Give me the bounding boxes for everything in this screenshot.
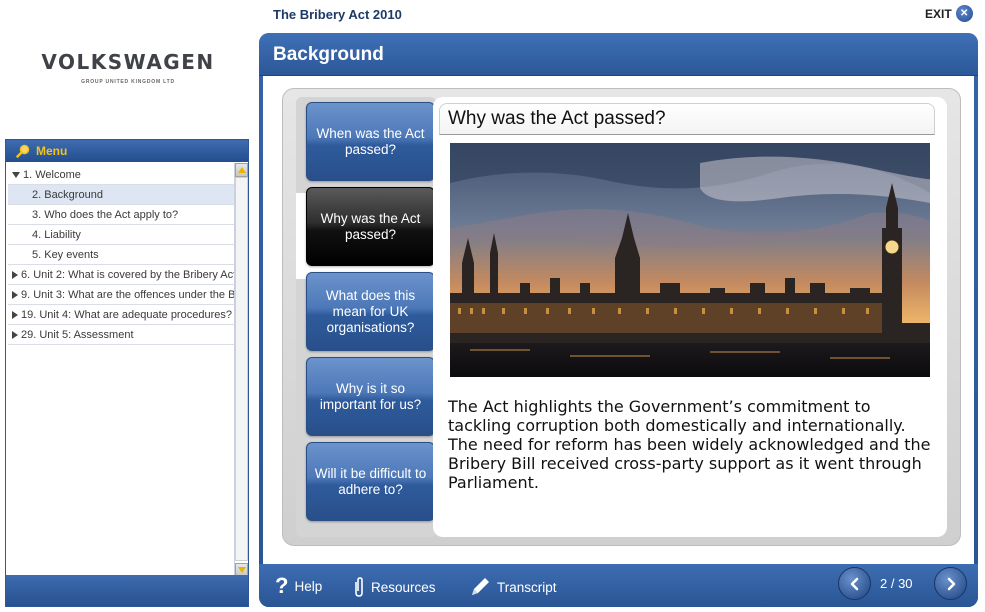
menu-item-background[interactable]: 2. Background [8,185,234,205]
pencil-icon [469,576,491,598]
content-frame: When was the Act passed? Why was the Act… [282,88,961,546]
menu-item-welcome[interactable]: 1. Welcome [8,165,234,185]
answer-title: Why was the Act passed? [439,103,935,135]
question-button-when[interactable]: When was the Act passed? [306,102,435,181]
menu-panel: Menu 1. Welcome 2. Background 3. Who doe… [5,139,249,607]
question-button-meaning[interactable]: What does this mean for UK organisations… [306,272,435,351]
menu-item-label: 2. Background [32,189,103,201]
logo-wordmark: VOLKSWAGEN [41,50,215,74]
help-button[interactable]: ? Help [275,573,323,598]
app-window: VOLKSWAGEN GROUP UNITED KINGDOM LTD The … [0,0,985,612]
question-label: Will it be difficult to adhere to? [314,465,427,497]
previous-page-button[interactable] [838,567,871,600]
paperclip-icon [353,576,365,598]
logo-subtitle: GROUP UNITED KINGDOM LTD [81,79,175,85]
resources-button[interactable]: Resources [353,576,436,598]
main-panel: Background When was the Act passed? Why … [259,33,978,607]
collapsed-arrow-icon [12,311,18,320]
answer-body-text: The Act highlights the Government’s comm… [448,397,931,492]
menu-item-label: 6. Unit 2: What is covered by the Briber… [21,269,234,281]
scroll-up-button[interactable] [235,163,248,177]
menu-title: Menu [36,144,68,158]
menu-item-unit-2[interactable]: 6. Unit 2: What is covered by the Briber… [8,265,234,285]
menu-item-label: 19. Unit 4: What are adequate procedures… [21,309,232,321]
collapsed-arrow-icon [12,331,18,340]
main-header: Background [259,33,978,76]
question-button-why[interactable]: Why was the Act passed? [306,187,435,266]
exit-label: EXIT [925,6,952,21]
main-body: When was the Act passed? Why was the Act… [263,76,974,564]
parliament-photo [450,143,930,377]
menu-item-who-applies[interactable]: 3. Who does the Act apply to? [8,205,234,225]
question-label: Why is it so important for us? [319,380,422,412]
question-label: When was the Act passed? [316,125,425,157]
collapsed-arrow-icon [12,291,18,300]
menu-item-unit-4[interactable]: 19. Unit 4: What are adequate procedures… [8,305,234,325]
question-button-difficulty[interactable]: Will it be difficult to adhere to? [306,442,435,521]
help-icon: ? [275,573,289,598]
transcript-label: Transcript [497,579,557,595]
menu-item-key-events[interactable]: 5. Key events [8,245,234,265]
resources-label: Resources [371,579,436,595]
exit-button[interactable]: EXIT ✕ [925,5,973,22]
page-counter: 2 / 30 [880,576,913,591]
parliament-image [450,143,930,377]
question-label: Why was the Act passed? [320,210,421,242]
collapsed-arrow-icon [12,271,18,280]
menu-scrollbar[interactable] [234,163,248,577]
menu-item-label: 4. Liability [32,229,81,241]
menu-item-liability[interactable]: 4. Liability [8,225,234,245]
main-footer: ? Help Resources Transcript 2 / 30 [259,564,978,607]
menu-item-unit-3[interactable]: 9. Unit 3: What are the offences under t… [8,285,234,305]
menu-list: 1. Welcome 2. Background 3. Who does the… [8,165,234,345]
close-icon: ✕ [955,5,973,22]
menu-item-label: 29. Unit 5: Assessment [21,329,134,341]
menu-item-label: 9. Unit 3: What are the offences under t… [21,289,234,301]
menu-item-unit-5[interactable]: 29. Unit 5: Assessment [8,325,234,345]
arrow-down-icon [237,567,246,573]
company-logo: VOLKSWAGEN GROUP UNITED KINGDOM LTD [10,50,246,85]
section-title: Background [273,44,384,65]
expanded-arrow-icon [12,172,20,179]
menu-item-label: 3. Who does the Act apply to? [32,209,179,221]
next-page-button[interactable] [934,567,967,600]
menu-item-label: 5. Key events [32,249,99,261]
transcript-button[interactable]: Transcript [469,576,557,598]
question-button-importance[interactable]: Why is it so important for us? [306,357,435,436]
chevron-right-icon [947,577,955,590]
chevron-left-icon [850,577,858,590]
magnifier-icon [16,144,30,158]
course-title: The Bribery Act 2010 [273,7,402,22]
question-label: What does this mean for UK organisations… [325,287,416,335]
arrow-up-icon [237,167,246,173]
scroll-thumb[interactable] [235,177,248,561]
menu-footer [6,575,248,606]
menu-item-label: 1. Welcome [23,169,81,181]
menu-header: Menu [6,140,248,162]
help-label: Help [294,578,323,594]
